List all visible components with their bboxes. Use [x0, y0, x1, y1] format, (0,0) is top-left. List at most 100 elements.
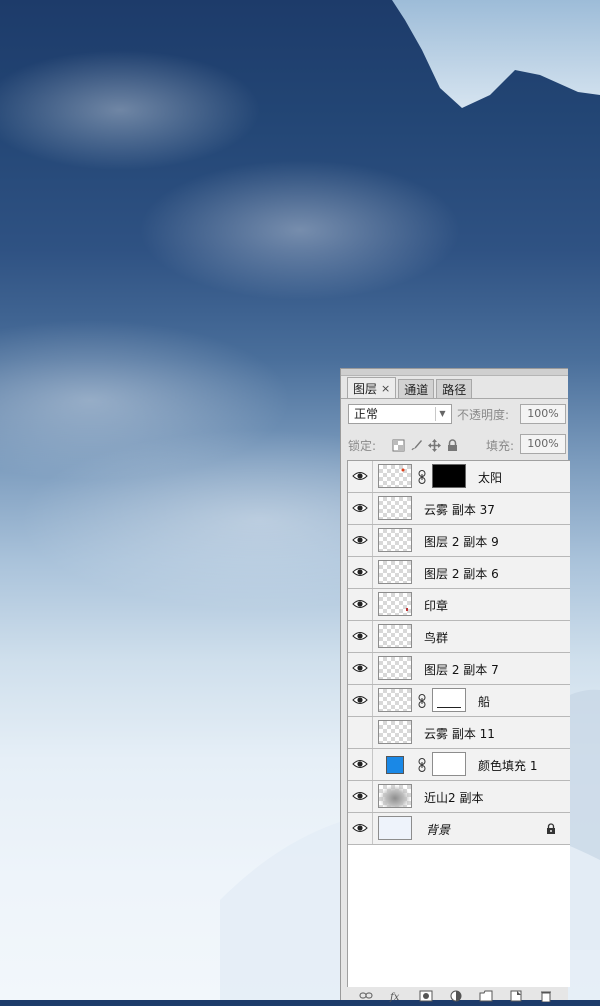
eye-icon: [352, 632, 368, 640]
layer-mask-thumbnail[interactable]: [432, 688, 466, 712]
layer-thumbnail: [378, 656, 412, 680]
eye-icon: [352, 792, 368, 800]
eye-icon: [352, 472, 368, 480]
layer-name: 印章: [424, 599, 449, 613]
layer-name: 鸟群: [424, 631, 449, 645]
layer-thumbnail: [378, 784, 412, 808]
link-layers-icon[interactable]: [359, 987, 373, 999]
layer-thumbnail: [378, 496, 412, 520]
chain-link-icon[interactable]: [418, 694, 426, 708]
eye-icon: [352, 504, 368, 512]
layer-row[interactable]: 太阳: [348, 461, 570, 493]
layer-name: 图层 2 副本 9: [424, 535, 499, 549]
visibility-toggle[interactable]: [348, 461, 373, 492]
visibility-toggle[interactable]: [348, 621, 373, 652]
fill-field[interactable]: 100%: [520, 434, 566, 454]
lock-icons: [392, 437, 459, 452]
layer-thumbnail: [378, 624, 412, 648]
visibility-toggle[interactable]: [348, 557, 373, 588]
layer-mask-thumbnail[interactable]: [432, 464, 466, 488]
layer-thumbnail: [378, 592, 412, 616]
lock-label: 锁定:: [348, 439, 377, 453]
eye-icon: [352, 760, 368, 768]
layer-thumbnail: [378, 464, 412, 488]
lock-brush-icon[interactable]: [410, 437, 423, 451]
visibility-toggle[interactable]: [348, 685, 373, 716]
eye-icon: [352, 600, 368, 608]
svg-text:fx: fx: [389, 992, 400, 1002]
layer-row[interactable]: 船: [348, 685, 570, 717]
layer-name: 颜色填充 1: [478, 759, 538, 773]
new-layer-icon[interactable]: [509, 987, 523, 1002]
layer-name: 云雾 副本 37: [424, 503, 495, 517]
layer-row[interactable]: 图层 2 副本 7: [348, 653, 570, 685]
eye-icon: [352, 568, 368, 576]
tab-channels[interactable]: 通道: [398, 379, 435, 399]
blend-mode-select[interactable]: 正常 ▼: [348, 404, 452, 424]
add-mask-icon[interactable]: [419, 987, 433, 1002]
layer-thumbnail: [378, 816, 412, 840]
tab-layers[interactable]: 图层 ×: [347, 377, 397, 399]
layer-name: 近山2 副本: [424, 791, 484, 805]
layer-row[interactable]: 背景: [348, 813, 570, 845]
layer-thumbnail: [378, 528, 412, 552]
layer-name: 云雾 副本 11: [424, 727, 495, 741]
fill-color-swatch[interactable]: [386, 756, 404, 774]
layer-name: 船: [478, 695, 491, 709]
trash-icon[interactable]: [539, 987, 553, 1003]
layer-row[interactable]: 图层 2 副本 6: [348, 557, 570, 589]
layer-thumbnail: [378, 720, 412, 744]
layer-row[interactable]: 图层 2 副本 9: [348, 525, 570, 557]
opacity-field[interactable]: 100%: [520, 404, 566, 424]
layer-row[interactable]: 颜色填充 1: [348, 749, 570, 781]
layer-thumbnail: [378, 688, 412, 712]
layer-row[interactable]: 鸟群: [348, 621, 570, 653]
visibility-toggle[interactable]: [348, 749, 373, 780]
layer-row[interactable]: 云雾 副本 37: [348, 493, 570, 525]
layer-name: 太阳: [478, 471, 503, 485]
blend-row: 正常 ▼ 不透明度: 100%: [348, 404, 566, 426]
lock-icon: [547, 823, 555, 834]
visibility-toggle[interactable]: [348, 493, 373, 524]
visibility-toggle[interactable]: [348, 589, 373, 620]
visibility-toggle[interactable]: [348, 717, 373, 748]
visibility-toggle[interactable]: [348, 525, 373, 556]
eye-icon: [352, 824, 368, 832]
tab-layers-label: 图层: [353, 381, 378, 396]
chain-link-icon[interactable]: [418, 758, 426, 772]
adjustment-icon[interactable]: [449, 987, 463, 1002]
layer-name: 背景: [426, 823, 451, 837]
lock-move-icon[interactable]: [428, 437, 441, 452]
eye-icon: [352, 696, 368, 704]
layers-list: 太阳 云雾 副本 37 图层 2 副本 9 图层 2 副本 6 印章 鸟群 图层…: [347, 460, 570, 987]
layer-name: 图层 2 副本 6: [424, 567, 499, 581]
lock-all-icon[interactable]: [446, 437, 459, 451]
opacity-label: 不透明度:: [457, 408, 510, 422]
eye-icon: [352, 536, 368, 544]
blend-mode-value: 正常: [354, 407, 379, 421]
visibility-toggle[interactable]: [348, 781, 373, 812]
chevron-down-icon[interactable]: ▼: [435, 407, 449, 421]
lock-row: 锁定: 填充: 100%: [348, 434, 566, 456]
lock-transparent-icon[interactable]: [392, 437, 405, 452]
layer-name: 图层 2 副本 7: [424, 663, 499, 677]
layer-thumbnail: [378, 560, 412, 584]
close-icon[interactable]: ×: [381, 379, 390, 399]
fx-icon[interactable]: fx: [389, 987, 403, 1003]
tab-paths[interactable]: 路径: [436, 379, 473, 399]
tab-paths-label: 路径: [442, 382, 467, 397]
panel-footer: fx: [347, 987, 569, 1003]
layers-panel: 图层 × 通道 路径 正常 ▼ 不透明度: 100% 锁定: 填充: 100% …: [340, 368, 570, 1003]
eye-icon: [352, 664, 368, 672]
layer-row[interactable]: 近山2 副本: [348, 781, 570, 813]
tabs-divider: [341, 398, 568, 399]
layer-mask-thumbnail[interactable]: [432, 752, 466, 776]
new-group-icon[interactable]: [479, 987, 493, 1002]
chain-link-icon[interactable]: [418, 470, 426, 484]
panel-tabs: 图层 × 通道 路径: [347, 375, 474, 399]
layer-row[interactable]: 云雾 副本 11: [348, 717, 570, 749]
visibility-toggle[interactable]: [348, 813, 373, 844]
fill-label: 填充:: [486, 439, 515, 453]
layer-row[interactable]: 印章: [348, 589, 570, 621]
visibility-toggle[interactable]: [348, 653, 373, 684]
